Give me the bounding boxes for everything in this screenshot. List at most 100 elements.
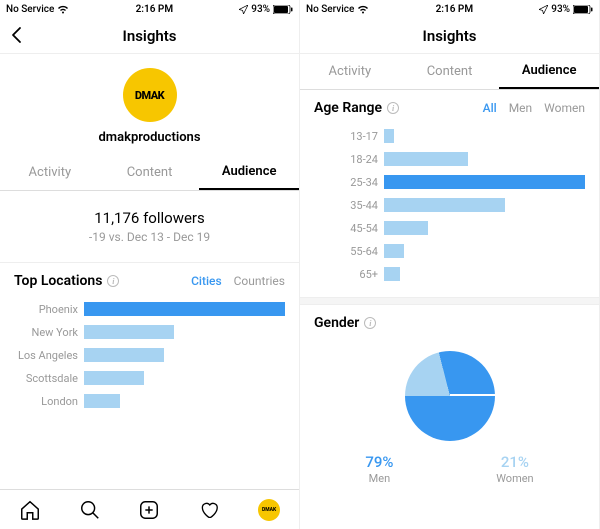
page-title: Insights xyxy=(423,27,477,45)
bar-track xyxy=(84,394,285,408)
location-icon xyxy=(539,5,548,14)
page-title: Insights xyxy=(123,27,177,45)
username: dmakproductions xyxy=(98,130,200,145)
info-icon[interactable]: i xyxy=(364,317,376,329)
bar-track xyxy=(84,371,285,385)
nav-home-icon[interactable] xyxy=(19,499,41,521)
battery-icon xyxy=(273,5,293,14)
bar-fill xyxy=(384,198,505,212)
tab-activity[interactable]: Activity xyxy=(0,155,100,190)
phone-left: No Service 2:16 PM 93% Insights DMAK dma… xyxy=(0,0,300,529)
bar-track xyxy=(384,129,585,143)
bar-fill xyxy=(384,175,585,189)
bar-track xyxy=(84,348,285,362)
bar-row: London xyxy=(14,391,285,411)
bar-fill xyxy=(84,394,120,408)
bar-fill xyxy=(384,267,400,281)
carrier-text: No Service xyxy=(6,4,54,15)
status-bar: No Service 2:16 PM 93% xyxy=(300,0,599,18)
gender-stat-women: 21% Women xyxy=(496,453,533,485)
bar-label: 55-64 xyxy=(314,245,384,258)
gender-title: Gender xyxy=(314,315,359,331)
filter-countries[interactable]: Countries xyxy=(234,274,285,288)
gender-block: 79% Men 21% Women xyxy=(300,337,599,495)
bar-row: 45-54 xyxy=(314,218,585,238)
carrier-text: No Service xyxy=(306,4,354,15)
tab-activity[interactable]: Activity xyxy=(300,54,400,89)
bar-track xyxy=(384,221,585,235)
tab-audience[interactable]: Audience xyxy=(499,54,599,89)
filter-all[interactable]: All xyxy=(483,101,497,115)
women-percent: 21% xyxy=(496,453,533,471)
clock: 2:16 PM xyxy=(136,4,174,15)
nav-heart-icon[interactable] xyxy=(198,499,220,521)
info-icon[interactable]: i xyxy=(387,102,399,114)
bar-label: Phoenix xyxy=(14,303,84,316)
followers-delta: -19 vs. Dec 13 - Dec 19 xyxy=(0,230,299,244)
nav-profile-icon[interactable]: DMAK xyxy=(258,499,280,521)
bar-row: New York xyxy=(14,322,285,342)
age-title: Age Range xyxy=(314,100,382,116)
divider xyxy=(300,297,599,305)
bar-label: London xyxy=(14,395,84,408)
wifi-icon xyxy=(57,5,69,14)
followers-block: 11,176 followers -19 vs. Dec 13 - Dec 19 xyxy=(0,191,299,263)
bar-label: 65+ xyxy=(314,268,384,281)
filter-men[interactable]: Men xyxy=(509,101,532,115)
header: Insights xyxy=(0,18,299,54)
battery-text: 93% xyxy=(551,4,570,15)
tab-content[interactable]: Content xyxy=(100,155,200,190)
wifi-icon xyxy=(357,5,369,14)
tab-audience[interactable]: Audience xyxy=(199,155,299,190)
bar-label: 13-17 xyxy=(314,130,384,143)
bar-track xyxy=(384,244,585,258)
followers-count: 11,176 followers xyxy=(0,209,299,227)
age-header: Age Range i All Men Women xyxy=(300,90,599,122)
bar-row: 55-64 xyxy=(314,241,585,261)
insights-tabs: Activity Content Audience xyxy=(0,155,299,191)
tab-content[interactable]: Content xyxy=(400,54,500,89)
bar-track xyxy=(384,175,585,189)
bar-row: Los Angeles xyxy=(14,345,285,365)
gender-pie-chart xyxy=(405,351,495,441)
header: Insights xyxy=(300,18,599,54)
bar-row: 35-44 xyxy=(314,195,585,215)
gender-stat-men: 79% Men xyxy=(365,453,393,485)
bar-fill xyxy=(84,302,285,316)
bar-track xyxy=(384,152,585,166)
filter-women[interactable]: Women xyxy=(544,101,585,115)
status-bar: No Service 2:16 PM 93% xyxy=(0,0,299,18)
info-icon[interactable]: i xyxy=(107,275,119,287)
locations-chart: Phoenix New York Los Angeles Scottsdale Lond… xyxy=(0,295,299,424)
avatar[interactable]: DMAK xyxy=(123,68,177,122)
locations-title: Top Locations xyxy=(14,273,102,289)
back-button[interactable] xyxy=(8,26,26,48)
bar-label: Scottsdale xyxy=(14,372,84,385)
bar-fill xyxy=(84,348,164,362)
locations-header: Top Locations i Cities Countries xyxy=(0,263,299,295)
bar-track xyxy=(384,267,585,281)
bar-row: 25-34 xyxy=(314,172,585,192)
women-label: Women xyxy=(496,472,533,485)
bar-label: Los Angeles xyxy=(14,349,84,362)
bar-fill xyxy=(384,152,468,166)
bar-fill xyxy=(84,371,144,385)
nav-add-icon[interactable] xyxy=(138,499,160,521)
nav-search-icon[interactable] xyxy=(79,499,101,521)
bar-fill xyxy=(84,325,174,339)
bar-label: 45-54 xyxy=(314,222,384,235)
bar-track xyxy=(384,198,585,212)
filter-cities[interactable]: Cities xyxy=(191,274,222,288)
battery-text: 93% xyxy=(251,4,270,15)
bar-label: 25-34 xyxy=(314,176,384,189)
bar-fill xyxy=(384,244,404,258)
bar-label: 18-24 xyxy=(314,153,384,166)
insights-tabs: Activity Content Audience xyxy=(300,54,599,90)
bar-track xyxy=(84,325,285,339)
nav-avatar: DMAK xyxy=(258,499,280,521)
age-chart: 13-17 18-24 25-34 35-44 45-54 55-64 65+ xyxy=(300,122,599,297)
bar-fill xyxy=(384,221,428,235)
bar-label: 35-44 xyxy=(314,199,384,212)
bar-row: 65+ xyxy=(314,264,585,284)
bar-track xyxy=(84,302,285,316)
